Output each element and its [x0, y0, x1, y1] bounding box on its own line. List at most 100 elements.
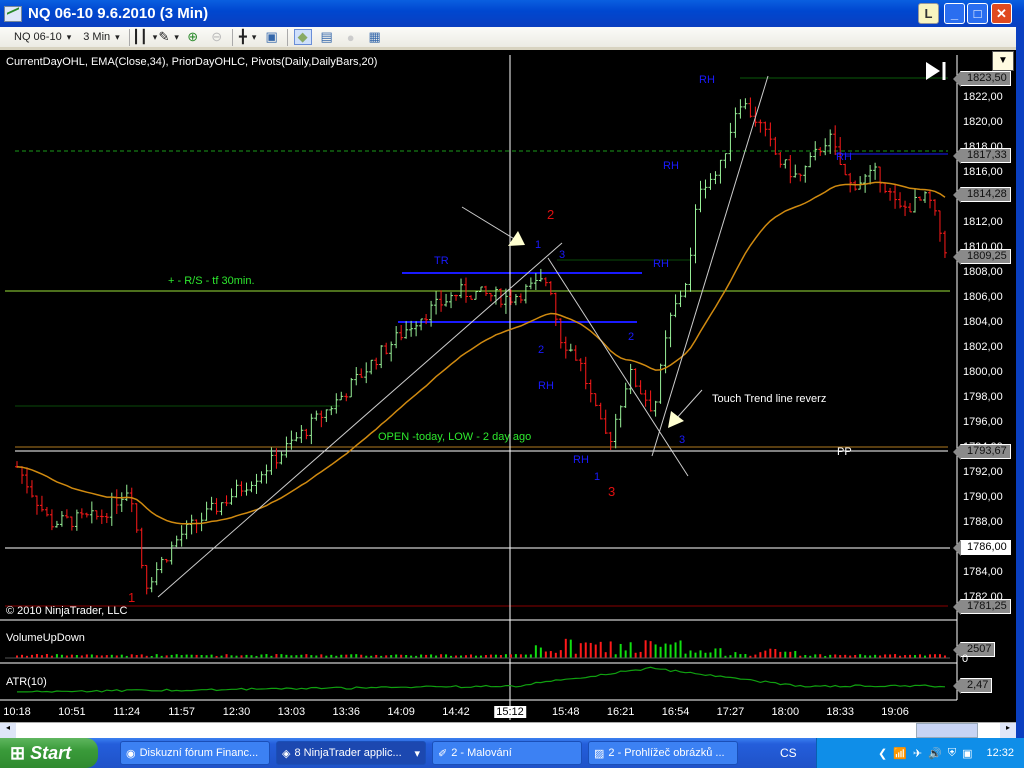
pivot-pp-label: PP: [837, 446, 852, 458]
paint-icon: ✐: [438, 747, 448, 760]
windows-logo-icon: ⊞: [10, 742, 26, 763]
price-tag: 1793,67: [953, 444, 1011, 461]
price-tick-label: 1804,00: [963, 316, 1003, 328]
language-indicator[interactable]: CS: [780, 746, 797, 760]
wave-label: 3: [679, 434, 686, 446]
wave-label: 1: [594, 471, 601, 483]
clock: 12:32: [986, 747, 1014, 759]
start-label: Start: [30, 742, 72, 763]
price-tag: 1786,00: [953, 540, 1011, 556]
price-tag: 1809,25: [953, 249, 1011, 266]
atr-line: [16, 666, 946, 693]
time-tick-label: 17:27: [716, 706, 745, 718]
start-button[interactable]: ⊞ Start: [0, 738, 98, 768]
arrow-head-icon: [508, 231, 525, 246]
rh-label: RH: [653, 258, 669, 270]
time-tick-label: 12:30: [222, 706, 251, 718]
ninjatrader-icon: ◈: [282, 747, 291, 760]
price-chart[interactable]: [0, 0, 1016, 722]
taskbar: ⊞ Start ◉ Diskuzní fórum Financ... ◈ 8 Ninj…: [0, 738, 1024, 768]
price-tick-label: 1808,00: [963, 266, 1003, 278]
wave-label: 2: [538, 344, 545, 356]
price-tick-label: 1800,00: [963, 366, 1003, 378]
touch-annotation: Touch Trend line reverz: [712, 393, 827, 405]
horizontal-scrollbar[interactable]: ◂ ▸: [0, 722, 1016, 738]
taskbar-item-ninjatrader[interactable]: ◈ 8 NinjaTrader applic... ▾: [276, 741, 426, 765]
price-tick-label: 1822,00: [963, 91, 1003, 103]
open-annotation: OPEN -today, LOW - 2 day ago: [378, 431, 532, 443]
rs-annotation: + - R/S - tf 30min.: [168, 275, 255, 287]
taskbar-item-image-viewer[interactable]: ▨ 2 - Prohlížeč obrázků ...: [588, 741, 738, 765]
atr-panel-label: ATR(10): [6, 676, 47, 688]
time-tick-label: 11:57: [168, 706, 195, 718]
copyright-label: © 2010 NinjaTrader, LLC: [6, 605, 128, 617]
cursor-time-label: 15:12: [494, 706, 526, 718]
arrow-line: [674, 389, 703, 421]
scroll-right-button[interactable]: ▸: [1000, 723, 1016, 738]
price-tag: 1814,28: [953, 186, 1011, 203]
rh-label: RH: [663, 160, 679, 172]
price-tick-label: 1798,00: [963, 391, 1003, 403]
price-tick-label: 1788,00: [963, 516, 1003, 528]
time-tick-label: 16:54: [661, 706, 690, 718]
rh-label: RH: [699, 74, 715, 86]
time-tick-label: 18:33: [826, 706, 854, 718]
taskbar-item-paint[interactable]: ✐ 2 - Malování: [432, 741, 582, 765]
task-label: 2 - Prohlížeč obrázků ...: [608, 747, 725, 759]
swing-label: 3: [608, 484, 616, 499]
rh-label: RH: [573, 454, 589, 466]
trend-line-up: [157, 242, 563, 598]
shield-icon: ⛨: [947, 746, 957, 759]
time-tick-label: 14:42: [442, 706, 470, 718]
wave-label: 3: [559, 249, 566, 261]
time-tick-label: 18:00: [771, 706, 800, 718]
go-to-end-icon: [926, 62, 940, 80]
time-tick-label: 19:06: [881, 706, 909, 718]
rh-label: RH: [836, 151, 852, 163]
price-tick-label: 1796,00: [963, 416, 1003, 428]
volume-zero-label: 0: [962, 653, 969, 665]
scroll-left-button[interactable]: ◂: [0, 723, 16, 738]
wave-label: 1: [535, 239, 542, 251]
task-label: 8 NinjaTrader applic...: [294, 747, 402, 759]
time-tick-label: 10:18: [3, 706, 31, 718]
arrow-head-icon: [668, 411, 684, 428]
wave-label: 2: [628, 331, 635, 343]
price-tick-label: 1792,00: [963, 466, 1003, 478]
chevron-down-icon: ▾: [414, 747, 420, 760]
window-border: [1016, 27, 1024, 738]
price-tick-label: 1790,00: [963, 491, 1003, 503]
price-tick-label: 1812,00: [963, 216, 1003, 228]
price-tick-label: 1816,00: [963, 166, 1003, 178]
time-tick-label: 13:36: [332, 706, 361, 718]
price-tick-label: 1802,00: [963, 341, 1003, 353]
price-tick-label: 1806,00: [963, 291, 1003, 303]
time-tick-label: 11:24: [113, 706, 141, 718]
time-tick-label: 13:03: [277, 706, 306, 718]
indicator-list-label: CurrentDayOHL, EMA(Close,34), PriorDayOH…: [6, 56, 378, 68]
swing-label: 1: [128, 590, 136, 605]
network-icon: 📶: [893, 747, 907, 760]
price-tag: 1823,50: [953, 71, 1011, 88]
task-label: Diskuzní fórum Financ...: [139, 747, 259, 759]
time-tick-label: 14:09: [387, 706, 415, 718]
swing-label: 2: [547, 207, 555, 222]
system-tray: ❮ 📶 ✈ 🔊 ⛨ ▣ 12:32: [816, 738, 1024, 768]
task-label: 2 - Malování: [451, 747, 512, 759]
atr-value-tag: 2,47: [952, 678, 993, 694]
image-viewer-icon: ▨: [594, 747, 605, 760]
taskbar-item-browser[interactable]: ◉ Diskuzní fórum Financ...: [120, 741, 270, 765]
show-hidden-icons-button[interactable]: ❮: [878, 747, 887, 760]
price-tag: 1781,25: [953, 599, 1011, 616]
tr-label: TR: [434, 255, 449, 267]
chrome-icon: ◉: [126, 747, 136, 760]
time-tick-label: 10:51: [58, 706, 86, 718]
price-tick-label: 1784,00: [963, 566, 1003, 578]
volume-panel-label: VolumeUpDown: [6, 632, 85, 644]
time-tick-label: 16:21: [606, 706, 635, 718]
tray-app-icon: ▣: [962, 747, 973, 760]
tray-app-icon: ✈: [912, 747, 923, 760]
price-tick-label: 1820,00: [963, 116, 1003, 128]
scroll-thumb[interactable]: [916, 723, 978, 738]
ema-line: [16, 181, 946, 525]
